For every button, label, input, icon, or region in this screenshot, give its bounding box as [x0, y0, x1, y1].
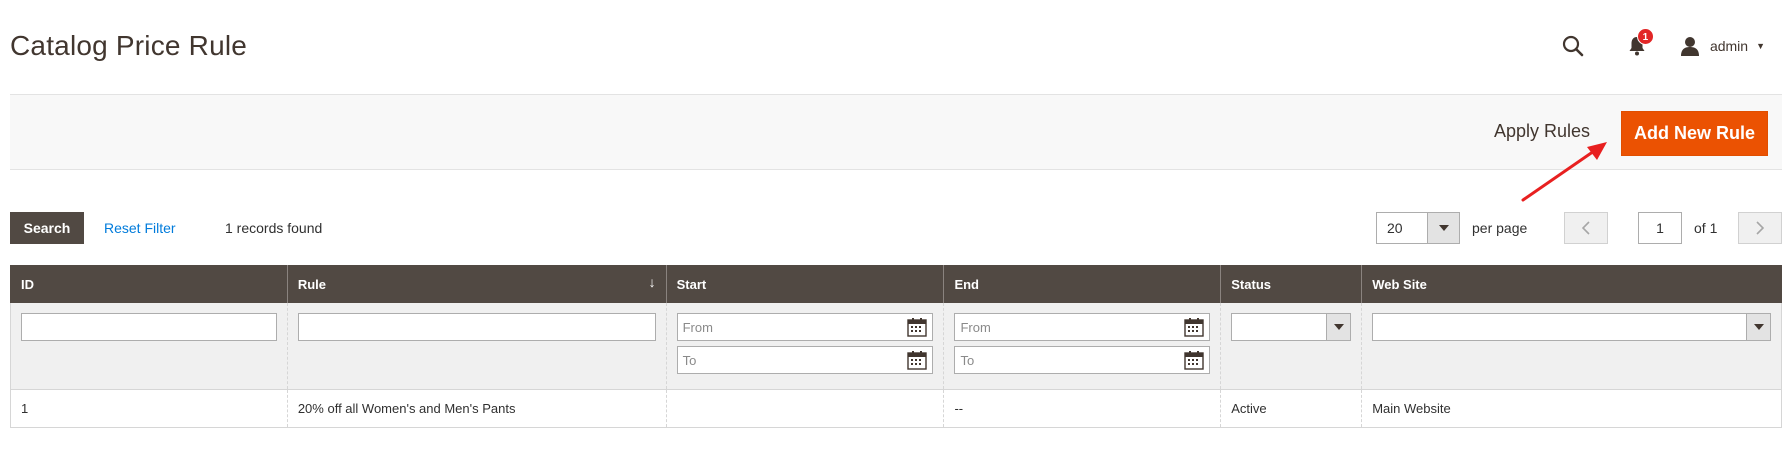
next-page-button[interactable] — [1738, 212, 1782, 244]
start-to-date-input[interactable]: To — [676, 346, 934, 374]
apply-rules-button[interactable]: Apply Rules — [1494, 121, 1590, 142]
header-actions: 1 admin ▼ — [1560, 28, 1765, 62]
annotation-arrow — [1521, 142, 1607, 202]
cell-end: -- — [943, 389, 1221, 428]
price-rules-grid: ID Rule ↓ Start End Status Web Site From … — [10, 265, 1782, 428]
current-page-input[interactable]: 1 — [1638, 212, 1682, 244]
calendar-icon[interactable] — [907, 317, 928, 337]
per-page-select[interactable]: 20 — [1376, 212, 1460, 244]
calendar-icon[interactable] — [1184, 350, 1204, 370]
sort-descending-icon: ↓ — [648, 274, 656, 290]
calendar-icon[interactable] — [1184, 317, 1204, 337]
id-filter-input[interactable] — [21, 313, 277, 341]
chevron-down-icon[interactable] — [1746, 314, 1770, 340]
filter-row: From To From To — [10, 303, 1782, 390]
records-found-count: 1 records found — [225, 220, 323, 236]
chevron-down-icon[interactable] — [1427, 213, 1459, 243]
rule-filter-input[interactable] — [297, 313, 656, 341]
page-total: of 1 — [1694, 220, 1718, 236]
grid-toolbar: Search Reset Filter 1 records found 20 p… — [10, 212, 1782, 245]
grid-header-row: ID Rule ↓ Start End Status Web Site — [10, 265, 1782, 303]
column-header-rule[interactable]: Rule ↓ — [286, 265, 667, 303]
column-header-website[interactable]: Web Site — [1361, 265, 1782, 303]
cell-status: Active — [1220, 389, 1362, 428]
column-header-status[interactable]: Status — [1220, 265, 1362, 303]
previous-page-button[interactable] — [1564, 212, 1608, 244]
table-row[interactable]: 1 20% off all Women's and Men's Pants --… — [10, 389, 1782, 428]
add-new-rule-button[interactable]: Add New Rule — [1621, 111, 1768, 156]
cell-start — [665, 389, 944, 428]
website-filter-select[interactable] — [1372, 313, 1771, 341]
notification-count-badge: 1 — [1636, 28, 1654, 45]
search-icon[interactable] — [1560, 33, 1586, 59]
notifications-bell-icon[interactable]: 1 — [1624, 28, 1654, 59]
page-title: Catalog Price Rule — [10, 30, 248, 61]
cell-website: Main Website — [1361, 389, 1782, 428]
cell-id: 1 — [10, 389, 288, 428]
calendar-icon[interactable] — [907, 350, 928, 370]
admin-username: admin — [1709, 38, 1749, 54]
column-header-start[interactable]: Start — [665, 265, 944, 303]
search-button[interactable]: Search — [10, 212, 84, 244]
per-page-label: per page — [1472, 220, 1528, 236]
chevron-down-icon: ▼ — [1756, 41, 1765, 51]
per-page-value: 20 — [1387, 220, 1403, 236]
end-to-date-input[interactable]: To — [954, 346, 1211, 374]
column-header-id[interactable]: ID — [10, 265, 288, 303]
end-from-date-input[interactable]: From — [954, 313, 1211, 341]
user-icon — [1680, 36, 1700, 56]
column-header-end[interactable]: End — [943, 265, 1221, 303]
chevron-down-icon[interactable] — [1326, 314, 1351, 340]
start-from-date-input[interactable]: From — [676, 313, 934, 341]
reset-filter-link[interactable]: Reset Filter — [104, 220, 176, 236]
admin-user-menu[interactable]: admin ▼ — [1680, 36, 1765, 56]
status-filter-select[interactable] — [1231, 313, 1352, 341]
cell-rule: 20% off all Women's and Men's Pants — [286, 389, 667, 428]
